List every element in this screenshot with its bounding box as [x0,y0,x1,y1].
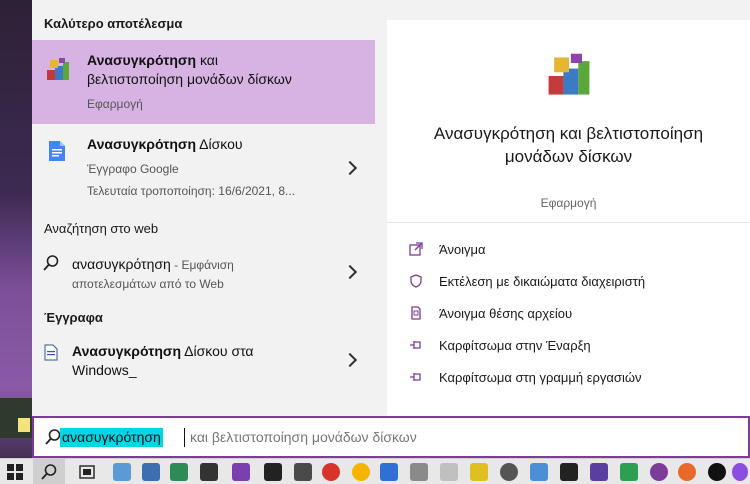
taskbar-app-icon[interactable] [650,463,668,481]
search-input-typed[interactable]: ανασυγκρότηση [60,428,163,447]
file-location-icon [411,306,421,320]
desktop-file[interactable] [0,398,32,438]
taskbar-app-icon[interactable] [530,463,548,481]
best-match-title: Ανασυγκρότηση και βελτιστοποίηση μονάδων… [87,52,292,87]
taskbar-app-icon[interactable] [380,463,398,481]
taskbar-app-icon[interactable] [200,463,218,481]
doc-result-item[interactable]: Ανασυγκρότηση Δίσκου Έγγραφο Google Τελε… [32,126,375,208]
search-autocomplete: και βελτιστοποίηση μονάδων δίσκων [190,429,417,445]
pin-icon [410,373,421,381]
taskbar-app-icon[interactable] [440,463,458,481]
document-icon [44,344,58,361]
pin-icon [410,341,421,349]
best-match-header: Καλύτερο αποτέλεσμα [44,16,183,31]
doc-result-title: Ανασυγκρότηση Δίσκου [87,136,243,152]
defrag-app-icon [47,58,69,80]
taskbar-app-icon[interactable] [500,463,518,481]
chevron-right-icon[interactable] [342,352,358,368]
web-search-query: ανασυγκρότηση - Εμφάνιση [72,256,234,272]
sticky-note-icon [18,418,30,432]
taskbar-app-icon[interactable] [113,463,131,481]
task-view-icon[interactable] [78,464,96,480]
best-match-item[interactable]: Ανασυγκρότηση και βελτιστοποίηση μονάδων… [32,40,375,124]
documents-header: Έγγραφα [44,310,103,325]
search-results-panel: Καλύτερο αποτέλεσμα Ανασυγκρότηση και βε… [32,0,375,416]
taskbar-app-icon[interactable] [294,463,312,481]
search-box[interactable]: ανασυγκρότηση και βελτιστοποίηση μονάδων… [32,416,750,458]
chevron-right-icon[interactable] [342,264,358,280]
taskbar-app-icon[interactable] [620,463,638,481]
doc-result-subtitle: Έγγραφο Google [87,162,179,176]
text-caret [184,428,185,447]
taskbar [0,458,750,484]
app-name: Ανασυγκρότηση και βελτιστοποίηση μονάδων … [433,124,704,166]
search-icon [43,255,59,271]
detail-card: Ανασυγκρότηση και βελτιστοποίηση μονάδων … [387,20,750,416]
doc-result-modified: Τελευταία τροποποίηση: 16/6/2021, 8... [87,184,296,198]
taskbar-app-icon[interactable] [232,463,250,481]
taskbar-app-icon[interactable] [708,463,726,481]
chevron-right-icon[interactable] [342,160,358,176]
web-search-item[interactable]: ανασυγκρότηση - Εμφάνιση αποτελεσμάτων α… [32,246,375,300]
shield-icon [410,274,422,288]
web-search-header: Αναζήτηση στο web [44,221,159,236]
windows-start-icon[interactable] [7,464,23,480]
taskbar-app-icon[interactable] [352,463,370,481]
taskbar-search-button[interactable] [33,459,65,484]
document-result-title: Ανασυγκρότηση Δίσκου στα Windows_ [72,343,254,378]
defrag-app-icon [548,53,590,95]
google-doc-icon [49,141,65,161]
taskbar-app-icon[interactable] [678,463,696,481]
web-search-line2: αποτελεσμάτων από το Web [72,277,224,291]
taskbar-app-icon[interactable] [170,463,188,481]
taskbar-app-icon[interactable] [142,463,160,481]
taskbar-app-icon[interactable] [264,463,282,481]
taskbar-app-icon[interactable] [590,463,608,481]
open-icon [409,242,423,256]
document-result-item[interactable]: Ανασυγκρότηση Δίσκου στα Windows_ [32,336,375,388]
taskbar-app-icon[interactable] [410,463,428,481]
taskbar-app-icon[interactable] [732,463,748,481]
search-icon [41,464,57,480]
divider [387,222,750,223]
taskbar-app-icon[interactable] [322,463,340,481]
taskbar-app-icon[interactable] [470,463,488,481]
detail-panel: Ανασυγκρότηση και βελτιστοποίηση μονάδων … [375,0,750,416]
app-type: Εφαρμογή [540,196,597,210]
taskbar-app-icon[interactable] [560,463,578,481]
best-match-subtitle: Εφαρμογή [87,97,143,111]
